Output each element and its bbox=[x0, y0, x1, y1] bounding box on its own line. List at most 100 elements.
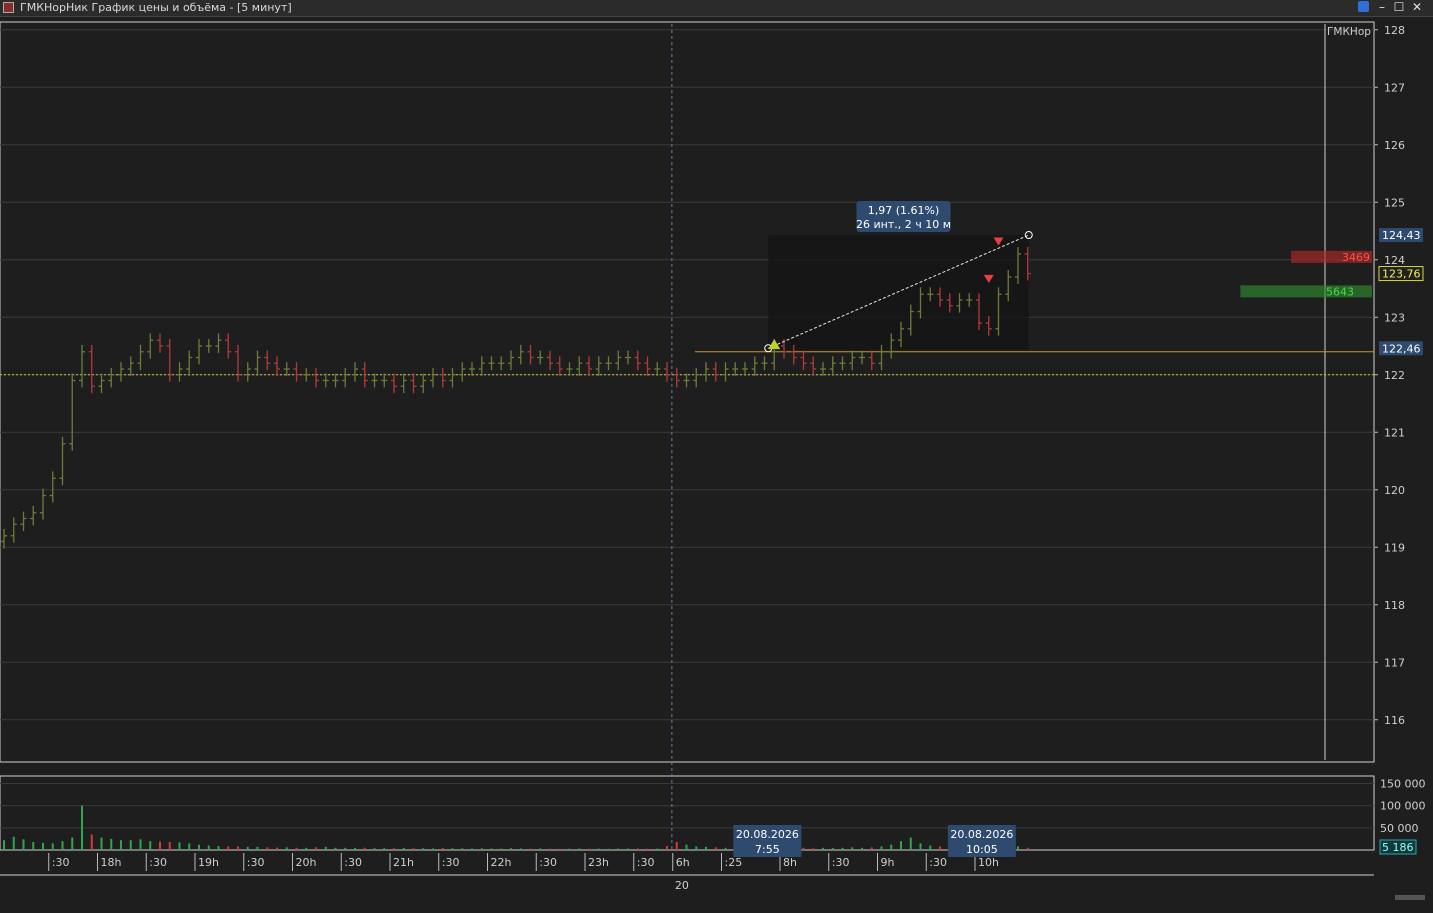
price-tick-label: 125 bbox=[1384, 196, 1405, 209]
ohlc-bar bbox=[849, 350, 856, 371]
ohlc-bar bbox=[566, 362, 573, 376]
ohlc-bar bbox=[400, 373, 407, 394]
instrument-label: ГМКНор bbox=[1327, 26, 1371, 38]
horizontal-scrollbar bbox=[1395, 895, 1425, 900]
ohlc-bar bbox=[186, 350, 193, 376]
price-tick-label: 121 bbox=[1384, 426, 1405, 439]
ohlc-bar bbox=[59, 436, 66, 486]
time-tick-label: 19h bbox=[198, 856, 219, 869]
ohlc-bar bbox=[605, 356, 612, 371]
ohlc-bar bbox=[625, 350, 631, 365]
time-tick-label: :30 bbox=[929, 856, 947, 869]
volume-tick-label: 50 000 bbox=[1380, 822, 1419, 835]
ohlc-bar bbox=[820, 362, 826, 376]
ohlc-bar bbox=[98, 373, 105, 394]
ohlc-bar bbox=[868, 350, 875, 371]
price-tick-label: 120 bbox=[1384, 484, 1405, 497]
date-label: 20 bbox=[675, 879, 689, 892]
ohlc-bar bbox=[235, 344, 241, 382]
ohlc-bar bbox=[537, 350, 544, 365]
ohlc-bar bbox=[108, 367, 115, 388]
time-tick-label: :30 bbox=[247, 856, 265, 869]
ohlc-bar bbox=[673, 367, 680, 388]
ohlc-bar bbox=[722, 362, 729, 382]
time-tick-label: 8h bbox=[783, 856, 797, 869]
time-tick-label: :30 bbox=[539, 856, 557, 869]
close-button[interactable]: ✕ bbox=[1410, 0, 1424, 15]
ohlc-bar bbox=[1, 528, 7, 549]
price-tick-label: 124 bbox=[1384, 254, 1405, 267]
volume-profile-label: 5643 bbox=[1326, 285, 1354, 298]
price-tick-label: 118 bbox=[1384, 599, 1405, 612]
ohlc-bar bbox=[488, 356, 495, 371]
ohlc-bar bbox=[576, 356, 583, 376]
ohlc-bar bbox=[322, 373, 329, 388]
ohlc-bar bbox=[742, 362, 748, 376]
ohlc-bar bbox=[449, 367, 456, 388]
minimize-button[interactable]: – bbox=[1375, 0, 1389, 15]
price-label: 122,46 bbox=[1382, 342, 1421, 355]
volume-pane-frame bbox=[0, 775, 1375, 851]
measure-change-label: 1,97 (1.61%) bbox=[868, 204, 940, 217]
ohlc-bar bbox=[293, 362, 300, 382]
ohlc-bar bbox=[761, 356, 768, 371]
maximize-button[interactable]: ☐ bbox=[1392, 0, 1406, 15]
time-tick-label: :30 bbox=[149, 856, 167, 869]
ohlc-bar bbox=[371, 373, 378, 388]
crosshair-date: 20.08.2026 bbox=[736, 828, 799, 841]
ohlc-bar bbox=[20, 511, 27, 532]
ohlc-bar bbox=[556, 356, 563, 376]
price-tick-label: 126 bbox=[1384, 139, 1405, 152]
ohlc-bar bbox=[459, 362, 466, 382]
ohlc-bar bbox=[439, 367, 446, 388]
ohlc-bar bbox=[829, 356, 836, 376]
time-tick-label: :30 bbox=[637, 856, 655, 869]
ohlc-bar bbox=[225, 333, 232, 359]
ohlc-bar bbox=[839, 356, 846, 371]
ohlc-bar bbox=[586, 356, 592, 376]
ohlc-bar bbox=[88, 344, 95, 394]
ohlc-bar bbox=[352, 362, 358, 382]
price-pane-frame bbox=[0, 21, 1375, 763]
ohlc-bar bbox=[420, 373, 427, 394]
ohlc-bar bbox=[137, 344, 144, 371]
ohlc-bar bbox=[751, 356, 758, 376]
ohlc-bar bbox=[478, 356, 485, 376]
ohlc-bar bbox=[205, 339, 212, 353]
ohlc-bar bbox=[859, 350, 865, 365]
ohlc-bar bbox=[283, 362, 290, 376]
ohlc-bar bbox=[30, 505, 37, 526]
ohlc-bar bbox=[215, 333, 222, 353]
ohlc-bar bbox=[595, 356, 602, 376]
ohlc-bar bbox=[683, 373, 690, 388]
time-tick-label: 6h bbox=[676, 856, 690, 869]
ohlc-bar bbox=[274, 356, 280, 376]
chart-app-icon bbox=[3, 2, 14, 13]
ohlc-bar bbox=[49, 471, 56, 503]
crosshair-time: 7:55 bbox=[755, 843, 780, 856]
ohlc-bar bbox=[703, 362, 709, 382]
price-volume-chart[interactable]: 128 127 126 125 124 123 122 121 120 119 118 117 116 1… bbox=[0, 17, 1433, 913]
ohlc-bar bbox=[654, 362, 661, 376]
ohlc-bar bbox=[664, 362, 670, 382]
window-title: ГМКНорНик График цены и объёма - [5 мину… bbox=[20, 1, 292, 14]
time-tick-label: :30 bbox=[832, 856, 850, 869]
price-tick-label: 122 bbox=[1384, 369, 1405, 382]
price-tick-label: 116 bbox=[1384, 714, 1405, 727]
link-icon[interactable] bbox=[1358, 1, 1369, 12]
price-tick-label: 127 bbox=[1384, 81, 1405, 94]
last-volume-label: 5 186 bbox=[1382, 841, 1414, 854]
title-bar: ГМКНорНик График цены и объёма - [5 мину… bbox=[0, 0, 1433, 17]
time-tick-label: 10h bbox=[978, 856, 999, 869]
ohlc-bar bbox=[176, 362, 183, 382]
volume-tick-label: 100 000 bbox=[1380, 800, 1426, 813]
ohlc-bar bbox=[644, 356, 651, 376]
ohlc-bar bbox=[712, 362, 719, 382]
crosshair-time: 10:05 bbox=[966, 843, 998, 856]
price-tick-label: 128 bbox=[1384, 24, 1405, 37]
price-tick-label: 119 bbox=[1384, 541, 1405, 554]
ohlc-bar bbox=[430, 367, 436, 388]
ohlc-bar bbox=[313, 367, 319, 388]
ohlc-bar bbox=[732, 362, 739, 376]
time-tick-label: :25 bbox=[725, 856, 743, 869]
